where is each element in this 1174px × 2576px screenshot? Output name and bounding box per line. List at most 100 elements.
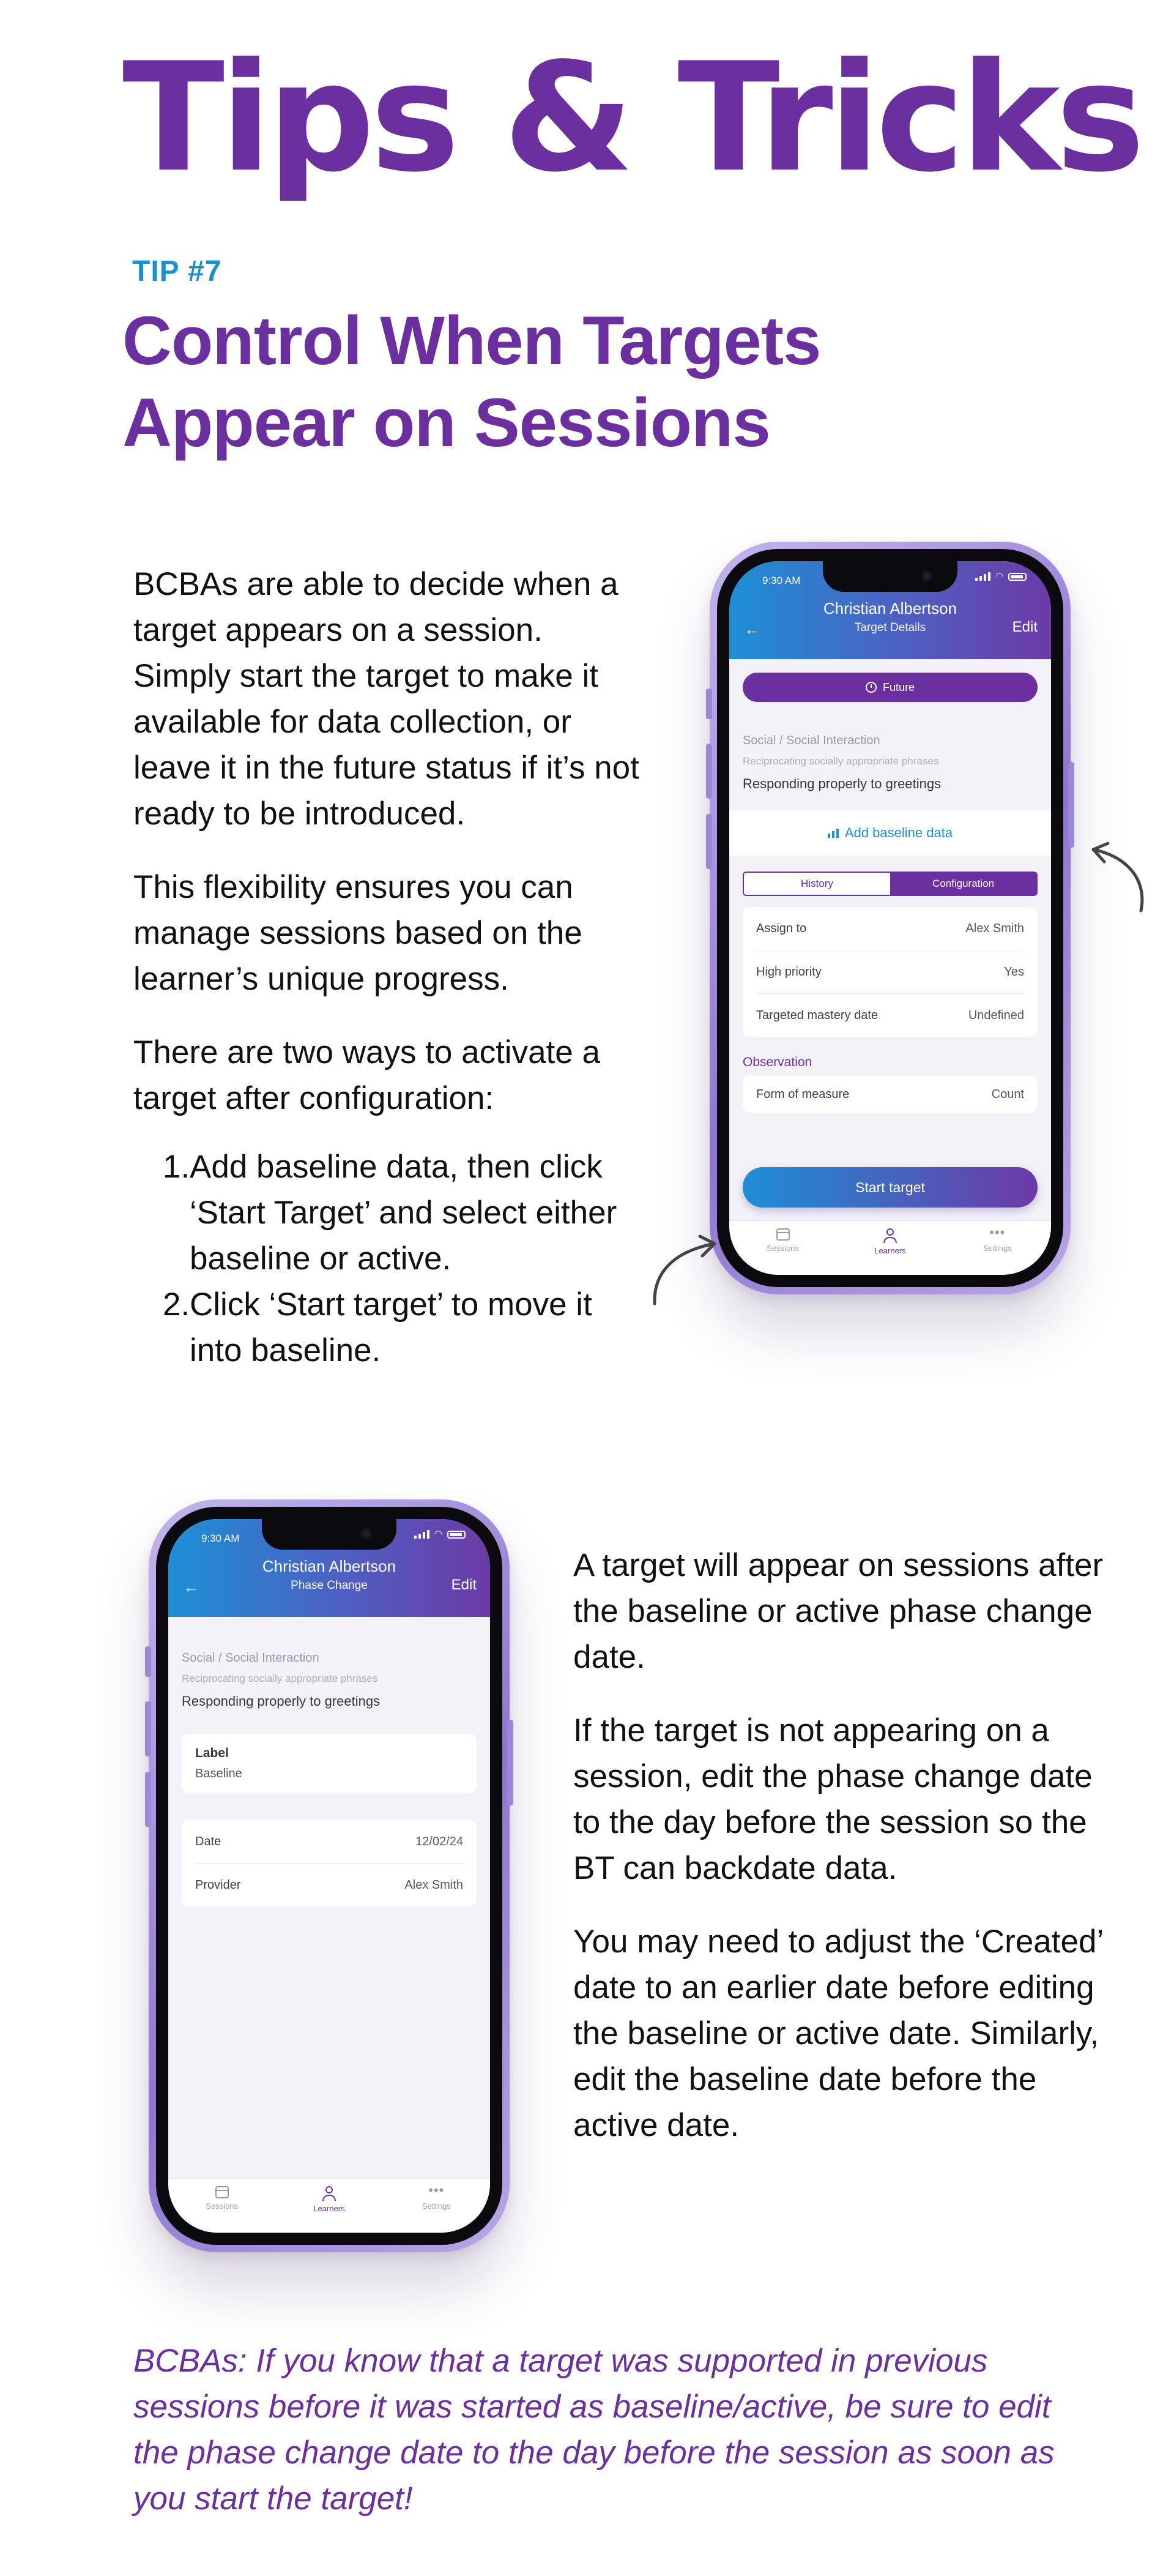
tab-learners[interactable]: Learners bbox=[836, 1221, 943, 1275]
phase-paragraph-1: A target will appear on sessions after t… bbox=[573, 1547, 1104, 1675]
phase-details-card: Date 12/02/24 Provider Alex Smith bbox=[182, 1820, 477, 1906]
target-breadcrumb: Social / Social Interaction bbox=[743, 734, 880, 747]
phone-side-button bbox=[145, 1701, 151, 1757]
phone-mockup-phase-change: 9:30 AM ◠ ← Christian Albertson Phase Ch… bbox=[145, 1499, 513, 2252]
status-icons: ◠ bbox=[975, 572, 1027, 581]
phase-change-text: A target will appear on sessions after t… bbox=[573, 1542, 1112, 2176]
bottom-tab-bar: Sessions Learners ••• Settings bbox=[168, 2178, 490, 2233]
target-name: Responding properly to greetings bbox=[743, 776, 942, 791]
phase-row[interactable]: Provider Alex Smith bbox=[195, 1864, 463, 1906]
target-name: Responding properly to greetings bbox=[182, 1693, 381, 1709]
bar-chart-icon bbox=[827, 828, 839, 838]
step-item: 1. Add baseline data, then click ‘Start … bbox=[133, 1144, 641, 1282]
status-pill-future[interactable]: Future bbox=[743, 673, 1038, 702]
tab-learners-label: Learners bbox=[313, 2204, 345, 2213]
tab-settings-label: Settings bbox=[422, 2201, 451, 2211]
phone-side-button bbox=[1068, 762, 1074, 848]
tab-learners[interactable]: Learners bbox=[275, 2179, 382, 2233]
config-row[interactable]: Assign to Alex Smith bbox=[756, 907, 1024, 950]
phone-notch bbox=[823, 561, 957, 592]
tab-sessions[interactable]: Sessions bbox=[729, 1221, 836, 1275]
step-text: Add baseline data, then click ‘Start Tar… bbox=[190, 1149, 617, 1277]
phone-side-button bbox=[145, 1772, 151, 1827]
screen-title: Phase Change bbox=[291, 1579, 368, 1592]
status-time: 9:30 AM bbox=[201, 1533, 240, 1544]
step-item: 2. Click ‘Start target’ to move it into … bbox=[133, 1282, 641, 1373]
intro-paragraph-3: There are two ways to activate a target … bbox=[133, 1034, 600, 1116]
config-row[interactable]: Targeted mastery date Undefined bbox=[756, 994, 1024, 1037]
status-pill-label: Future bbox=[882, 681, 915, 693]
tab-history[interactable]: History bbox=[744, 873, 890, 895]
edit-button[interactable]: Edit bbox=[1012, 619, 1038, 636]
phone-screen: 9:30 AM ◠ ← Christian Albertson Phase Ch… bbox=[168, 1519, 490, 2233]
camera-icon bbox=[360, 1528, 372, 1540]
phone-side-button bbox=[706, 814, 712, 869]
screen-title: Target Details bbox=[854, 621, 926, 634]
tab-sessions-label: Sessions bbox=[206, 2201, 239, 2211]
step-number: 2. bbox=[163, 1286, 190, 1323]
tab-settings[interactable]: ••• Settings bbox=[383, 2179, 490, 2233]
tab-configuration[interactable]: Configuration bbox=[890, 873, 1036, 895]
camera-icon bbox=[921, 570, 933, 582]
tip-title: Control When Targets Appear on Sessions bbox=[122, 302, 821, 461]
phase-label-title: Label bbox=[195, 1746, 229, 1760]
learner-name: Christian Albertson bbox=[262, 1557, 396, 1575]
bottom-tab-bar: Sessions Learners ••• Settings bbox=[729, 1220, 1051, 1275]
learner-name: Christian Albertson bbox=[823, 599, 957, 618]
phase-row-value: 12/02/24 bbox=[415, 1834, 463, 1848]
battery-icon bbox=[1008, 573, 1027, 581]
config-row-value: Undefined bbox=[968, 1008, 1024, 1022]
signal-icon bbox=[975, 572, 990, 581]
phase-row-label: Date bbox=[195, 1834, 221, 1848]
tab-settings[interactable]: ••• Settings bbox=[944, 1221, 1051, 1275]
intro-paragraph-2: This flexibility ensures you can manage … bbox=[133, 869, 582, 997]
tab-sessions-label: Sessions bbox=[767, 1244, 800, 1253]
tab-sessions[interactable]: Sessions bbox=[168, 2179, 275, 2233]
user-icon bbox=[882, 1228, 898, 1243]
config-row-label: High priority bbox=[756, 965, 822, 979]
wifi-icon: ◠ bbox=[995, 571, 1003, 581]
signal-icon bbox=[414, 1530, 429, 1539]
status-time: 9:30 AM bbox=[762, 575, 801, 586]
curved-arrow-icon bbox=[1086, 838, 1153, 918]
observation-row[interactable]: Form of measure Count bbox=[756, 1076, 1024, 1113]
wifi-icon: ◠ bbox=[434, 1529, 442, 1539]
config-row-label: Targeted mastery date bbox=[756, 1008, 878, 1022]
phase-row-value: Alex Smith bbox=[404, 1878, 463, 1892]
edit-button[interactable]: Edit bbox=[451, 1577, 477, 1594]
observation-card: Form of measure Count bbox=[743, 1076, 1038, 1113]
observation-title: Observation bbox=[743, 1055, 812, 1069]
segmented-control: History Configuration bbox=[743, 872, 1038, 896]
more-dots-icon: ••• bbox=[989, 1225, 1006, 1240]
config-row-value: Yes bbox=[1004, 965, 1024, 979]
step-text: Click ‘Start target’ to move it into bas… bbox=[190, 1286, 592, 1368]
add-baseline-data-button[interactable]: Add baseline data bbox=[729, 810, 1051, 856]
tab-settings-label: Settings bbox=[983, 1244, 1012, 1253]
status-icons: ◠ bbox=[414, 1529, 466, 1539]
phase-label-value: Baseline bbox=[195, 1767, 242, 1780]
curved-arrow-icon bbox=[648, 1230, 722, 1310]
bcba-note: BCBAs: If you know that a target was sup… bbox=[133, 2343, 1055, 2517]
phone-side-button bbox=[145, 1646, 151, 1677]
more-dots-icon: ••• bbox=[428, 2182, 445, 2198]
add-baseline-data-label: Add baseline data bbox=[844, 825, 953, 840]
config-row[interactable]: High priority Yes bbox=[756, 950, 1024, 994]
phase-paragraph-2: If the target is not appearing on a sess… bbox=[573, 1712, 1093, 1886]
start-target-button[interactable]: Start target bbox=[743, 1167, 1038, 1208]
phase-row[interactable]: Date 12/02/24 bbox=[195, 1820, 463, 1864]
steps-list: 1. Add baseline data, then click ‘Start … bbox=[133, 1144, 641, 1373]
phone-side-button bbox=[507, 1720, 513, 1805]
battery-icon bbox=[447, 1531, 466, 1539]
intro-paragraph-1: BCBAs are able to decide when a target a… bbox=[133, 566, 639, 832]
tab-learners-label: Learners bbox=[874, 1246, 906, 1255]
phone-side-button bbox=[706, 744, 712, 799]
calendar-icon bbox=[215, 2186, 229, 2198]
phase-label-card[interactable]: Label Baseline bbox=[182, 1734, 477, 1793]
phone-screen: 9:30 AM ◠ ← Christian Albertson Target D… bbox=[729, 561, 1051, 1275]
intro-text: BCBAs are able to decide when a target a… bbox=[133, 561, 641, 1373]
observation-row-label: Form of measure bbox=[756, 1087, 850, 1101]
phone-side-button bbox=[706, 689, 712, 719]
phone-mockup-target-details: 9:30 AM ◠ ← Christian Albertson Target D… bbox=[706, 542, 1074, 1294]
clock-icon bbox=[865, 682, 877, 693]
phone-notch bbox=[262, 1519, 396, 1550]
